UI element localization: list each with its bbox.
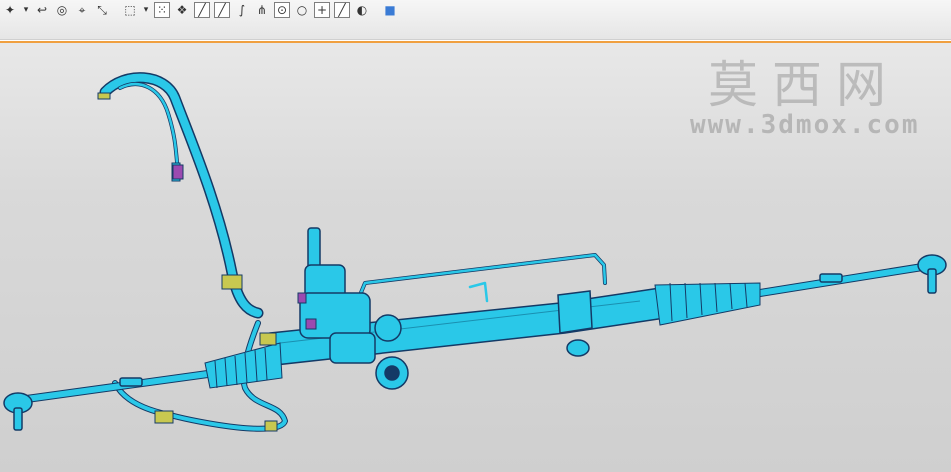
cross-icon[interactable]: + [314, 2, 330, 18]
branch-icon[interactable]: ⋔ [254, 2, 270, 18]
curve-icon[interactable]: ╱ [214, 2, 230, 18]
toolbar: ✦ ▾ ↩ ◎ ⌖ ⤡ ⬚ ▾ ⁙ ❖ ╱ ╱ ∫ ⋔ ⊙ ○ + ╱ ◐ ■ [0, 0, 951, 40]
transfer-pipe [358, 253, 607, 297]
chevron-down-icon[interactable]: ▾ [22, 2, 30, 18]
chevron-down-icon[interactable]: ▾ [142, 2, 150, 18]
cube-icon[interactable]: ■ [382, 2, 398, 18]
right-bellows [654, 282, 761, 326]
tangent-icon[interactable]: ∫ [234, 2, 250, 18]
diagonal-icon[interactable]: ╱ [334, 2, 350, 18]
arc-icon[interactable]: ○ [294, 2, 310, 18]
left-bellows [204, 342, 283, 389]
star-icon[interactable]: ✦ [2, 2, 18, 18]
point-grid-icon[interactable]: ⁙ [154, 2, 170, 18]
orient-icon[interactable]: ◎ [54, 2, 70, 18]
style-icon[interactable]: ❖ [174, 2, 190, 18]
3d-viewport[interactable]: 莫西网 www.3dmox.com [0, 43, 951, 472]
line-icon[interactable]: ╱ [194, 2, 210, 18]
circle-icon[interactable]: ⊙ [274, 2, 290, 18]
steering-rack-model[interactable] [0, 43, 951, 472]
measure-icon[interactable]: ⤡ [94, 2, 110, 18]
undo-icon[interactable]: ↩ [34, 2, 50, 18]
cad-application: ✦ ▾ ↩ ◎ ⌖ ⤡ ⬚ ▾ ⁙ ❖ ╱ ╱ ∫ ⋔ ⊙ ○ + ╱ ◐ ■ … [0, 0, 951, 472]
palette-icon[interactable]: ◐ [354, 2, 370, 18]
snap-icon[interactable]: ⌖ [74, 2, 90, 18]
select-box-icon[interactable]: ⬚ [122, 2, 138, 18]
